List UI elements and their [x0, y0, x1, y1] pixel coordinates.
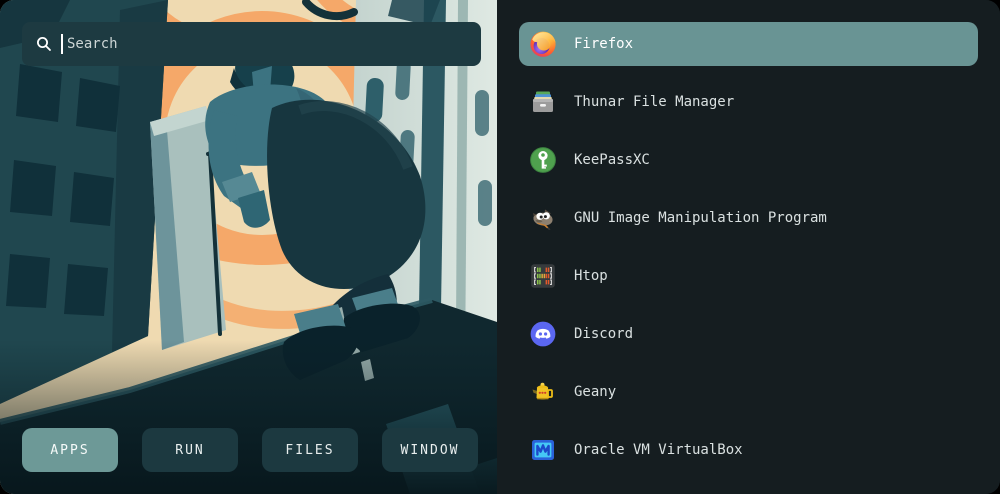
search-icon	[36, 36, 52, 52]
wallpaper-panel: Search APPS RUN FILES WINDOW	[0, 0, 497, 494]
app-label: Geany	[574, 384, 616, 400]
tab-files[interactable]: FILES	[262, 428, 358, 472]
virtualbox-icon	[529, 436, 557, 464]
htop-icon	[529, 262, 557, 290]
app-label: Discord	[574, 326, 633, 342]
app-label: Thunar File Manager	[574, 94, 734, 110]
wallpaper-illustration	[0, 0, 497, 494]
app-label: Oracle VM VirtualBox	[574, 442, 743, 458]
app-row-discord[interactable]: Discord	[519, 312, 978, 356]
app-row-geany[interactable]: Geany	[519, 370, 978, 414]
app-row-keepassxc[interactable]: KeePassXC	[519, 138, 978, 182]
app-row-firefox[interactable]: Firefox	[519, 22, 978, 66]
app-label: Firefox	[574, 36, 633, 52]
text-caret	[61, 34, 63, 54]
app-label: GNU Image Manipulation Program	[574, 210, 827, 226]
search-placeholder: Search	[67, 36, 118, 52]
app-results-list: Firefox Thunar File Manager	[497, 0, 1000, 494]
launcher-window: Search APPS RUN FILES WINDOW	[0, 0, 1000, 494]
geany-icon	[529, 378, 557, 406]
app-row-thunar[interactable]: Thunar File Manager	[519, 80, 978, 124]
keepassxc-icon	[529, 146, 557, 174]
app-label: KeePassXC	[574, 152, 650, 168]
firefox-icon	[529, 30, 557, 58]
app-row-htop[interactable]: Htop	[519, 254, 978, 298]
app-row-virtualbox[interactable]: Oracle VM VirtualBox	[519, 428, 978, 472]
thunar-icon	[529, 88, 557, 116]
tab-run[interactable]: RUN	[142, 428, 238, 472]
gimp-icon	[529, 204, 557, 232]
app-row-gimp[interactable]: GNU Image Manipulation Program	[519, 196, 978, 240]
tab-window[interactable]: WINDOW	[382, 428, 478, 472]
search-input[interactable]: Search	[22, 22, 481, 66]
tab-apps[interactable]: APPS	[22, 428, 118, 472]
app-label: Htop	[574, 268, 608, 284]
category-tabs: APPS RUN FILES WINDOW	[22, 428, 478, 472]
discord-icon	[529, 320, 557, 348]
